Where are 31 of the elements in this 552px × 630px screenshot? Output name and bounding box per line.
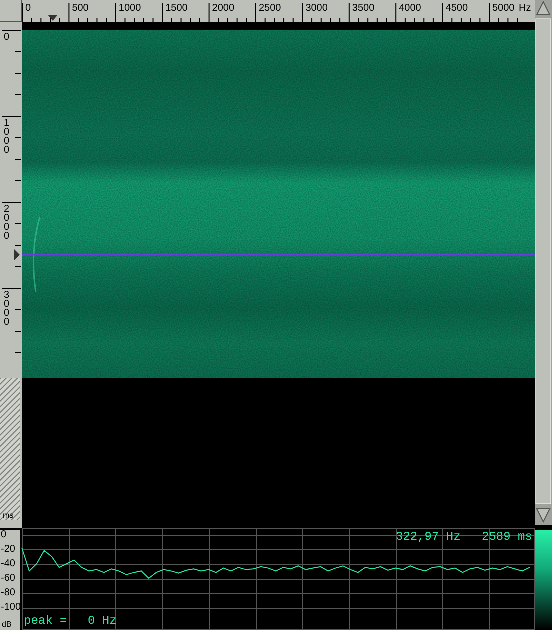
- axis-label: 1000: [118, 3, 142, 14]
- axis-label: -80: [1, 588, 16, 599]
- scroll-up-icon[interactable]: [536, 0, 551, 16]
- peak-value: 0 Hz: [88, 614, 117, 628]
- axis-label: 2500: [259, 3, 282, 14]
- unit-label: Hz: [519, 3, 532, 14]
- axis-label: 0: [4, 32, 10, 43]
- axis-label: 4000: [399, 3, 422, 14]
- unit-label: dB: [2, 620, 12, 629]
- axis-label: 3000: [4, 290, 10, 328]
- time-readout: 2589 ms: [482, 530, 532, 544]
- scrollbar-thumb[interactable]: [536, 18, 552, 504]
- axis-label: 4500: [446, 3, 468, 14]
- axis-label: -40: [1, 558, 16, 570]
- unit-label: ms: [3, 511, 14, 520]
- axis-label: 1000: [4, 118, 10, 156]
- axis-label: -60: [1, 573, 16, 584]
- axis-label: 500: [72, 3, 89, 14]
- axis-label: -20: [1, 544, 16, 555]
- axis-label: 3500: [352, 3, 375, 14]
- axis-label: 1500: [166, 3, 188, 14]
- frequency-readout: 322,97 Hz: [396, 530, 461, 544]
- scroll-down-icon[interactable]: [536, 508, 551, 524]
- axis-label: 3000: [306, 3, 328, 14]
- axis-label: 5000: [492, 3, 515, 14]
- peak-label: peak =: [24, 614, 68, 628]
- axis-label: 2000: [4, 204, 10, 242]
- axis-label: 0: [26, 3, 32, 14]
- cursor-marker-icon[interactable]: [14, 249, 20, 261]
- axis-label: 2000: [212, 3, 235, 14]
- axis-label: 0: [1, 529, 7, 540]
